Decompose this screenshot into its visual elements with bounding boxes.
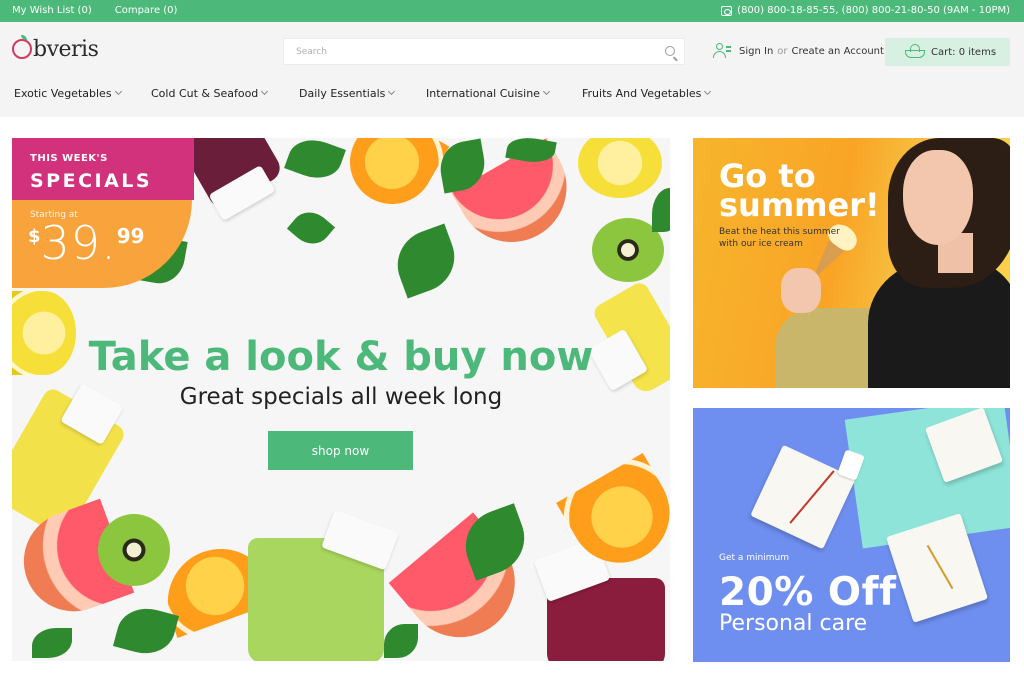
spinach-leaf-image (32, 628, 72, 658)
price: $ 39. 99 (28, 220, 145, 266)
top-bar-contact: (800) 800-18-85-55, (800) 800-21-80-50 (… (721, 5, 1010, 16)
cart-label: Cart: 0 items (931, 46, 997, 58)
chevron-down-icon (114, 87, 122, 96)
nav-label: Daily Essentials (299, 87, 386, 100)
shop-now-button[interactable]: shop now (268, 431, 413, 470)
or-text: or (777, 45, 788, 57)
spinach-leaf-image (284, 138, 346, 186)
phone-numbers: (800) 800-18-85-55, (800) 800-21-80-50 (… (737, 5, 1010, 16)
price-decimal: 99 (116, 224, 145, 248)
nav-item-daily-essentials[interactable]: Daily Essentials (299, 87, 396, 100)
kiwi-slice-image (98, 514, 170, 586)
personal-care-banner[interactable]: Get a minimum 20% Off Personal care (693, 408, 1010, 662)
discount-title: 20% Off (719, 570, 897, 615)
nav-item-fruits-vegetables[interactable]: Fruits And Vegetables (582, 87, 712, 100)
main-nav: Exotic Vegetables Cold Cut & Seafood Dai… (0, 87, 1024, 105)
compare-link[interactable]: Compare (0) (115, 5, 178, 16)
discount-subtitle: Personal care (719, 611, 868, 636)
hero-subtitle: Great specials all week long (179, 384, 503, 410)
logo-tomato-icon (12, 35, 32, 59)
spinach-leaf-image (384, 624, 418, 658)
summer-text: Beat the heat this summer with our ice c… (719, 227, 840, 250)
nav-label: Exotic Vegetables (14, 87, 112, 100)
logo[interactable]: bveris (12, 34, 99, 64)
nav-label: Cold Cut & Seafood (151, 87, 259, 100)
spinach-leaf-image (286, 204, 336, 252)
nav-label: Fruits And Vegetables (582, 87, 702, 100)
basket-icon (905, 44, 925, 58)
woman-face-image (903, 150, 973, 245)
price-integer: 39. (40, 216, 117, 270)
badge-line1: THIS WEEK'S (30, 153, 108, 164)
chevron-down-icon (704, 87, 712, 96)
nav-item-cold-cut-seafood[interactable]: Cold Cut & Seafood (151, 87, 269, 100)
orange-slice-image (334, 138, 450, 220)
lemon-slice-image (578, 138, 662, 198)
hero-title: Take a look & buy now (88, 334, 594, 380)
discount-small-text: Get a minimum (719, 553, 789, 563)
cart-button[interactable]: Cart: 0 items (885, 38, 1010, 66)
chevron-down-icon (388, 87, 396, 96)
search-icon[interactable] (665, 46, 675, 56)
nav-item-international-cuisine[interactable]: International Cuisine (426, 87, 550, 100)
spinach-leaf-image (387, 223, 465, 299)
top-bar-links: My Wish List (0) Compare (0) (12, 5, 177, 16)
phone-icon (721, 5, 733, 16)
badge-line2: SPECIALS (30, 170, 153, 192)
user-icon (713, 43, 731, 59)
account-links: Sign In or Create an Account (713, 43, 884, 59)
chevron-down-icon (261, 87, 269, 96)
specials-badge: THIS WEEK'S SPECIALS (12, 138, 194, 200)
search-box (283, 38, 685, 65)
site-header: bveris Sign In or Create an Account Cart… (0, 22, 1024, 117)
summer-banner[interactable]: Go to summer! Beat the heat this summer … (693, 138, 1010, 388)
hand-image (781, 268, 821, 313)
price-currency: $ (28, 226, 41, 247)
logo-text: bveris (33, 36, 99, 62)
nav-label: International Cuisine (426, 87, 540, 100)
wishlist-link[interactable]: My Wish List (0) (12, 5, 92, 16)
create-account-link[interactable]: Create an Account (792, 46, 884, 57)
sign-in-link[interactable]: Sign In (739, 46, 773, 57)
nav-item-exotic-vegetables[interactable]: Exotic Vegetables (14, 87, 122, 100)
spinach-leaf-image (652, 188, 670, 232)
top-bar: My Wish List (0) Compare (0) (800) 800-1… (0, 0, 1024, 22)
summer-title: Go to summer! (719, 157, 880, 225)
hero-banner[interactable]: THIS WEEK'S SPECIALS Starting at $ 39. 9… (12, 138, 670, 661)
search-input[interactable] (284, 39, 644, 65)
soap-bar-image (750, 444, 856, 550)
chevron-down-icon (542, 87, 550, 96)
